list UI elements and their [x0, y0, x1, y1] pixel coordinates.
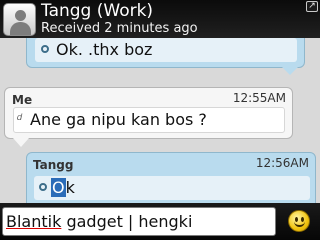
selected-text[interactable]: O — [51, 178, 66, 197]
message-input-text[interactable]: Blantik gadget | hengki — [6, 212, 192, 231]
delivered-check-icon: 𝑑 — [17, 113, 23, 123]
conversation-thread[interactable]: Ok. .thx boz Me 12:55AM 𝑑 Ane ga nipu ka… — [0, 38, 320, 203]
input-text-rest: gadget | hengki — [61, 212, 193, 231]
avatar-body-shape — [10, 22, 31, 35]
contact-name: Tangg (Work) — [41, 1, 154, 21]
message-input[interactable]: Blantik gadget | hengki — [2, 207, 276, 236]
bubble-tail — [13, 138, 29, 147]
misspelled-word[interactable]: Blantik — [6, 212, 61, 231]
message-text[interactable]: Ok — [51, 178, 75, 197]
message-bubble-incoming[interactable]: Tangg 12:56AM Ok — [26, 152, 316, 203]
smiley-icon[interactable] — [288, 210, 310, 232]
contact-status: Received 2 minutes ago — [41, 21, 198, 36]
delivered-icon — [39, 183, 47, 191]
chat-header: Tangg (Work) Received 2 minutes ago ↗ — [0, 0, 320, 38]
message-text: Ok. .thx boz — [56, 40, 153, 59]
message-body — [34, 176, 310, 200]
message-sender: Tangg — [33, 158, 74, 172]
smiley-mouth — [294, 221, 305, 227]
corner-indicator-icon[interactable]: ↗ — [306, 1, 318, 12]
message-bubble-outgoing[interactable]: Me 12:55AM 𝑑 Ane ga nipu kan bos ? — [4, 87, 293, 147]
avatar-head-shape — [15, 10, 26, 21]
delivered-icon — [41, 45, 49, 53]
message-text-rest: k — [65, 178, 75, 197]
message-bubble-incoming[interactable]: Ok. .thx boz — [26, 38, 305, 75]
message-sender: Me — [12, 93, 33, 107]
contact-avatar[interactable] — [3, 3, 36, 36]
composer-bar: Blantik gadget | hengki — [0, 203, 320, 240]
message-timestamp: 12:55AM — [232, 91, 286, 105]
message-timestamp: 12:56AM — [255, 156, 309, 170]
bubble-tail — [282, 67, 298, 75]
message-text: Ane ga nipu kan bos ? — [30, 110, 207, 129]
